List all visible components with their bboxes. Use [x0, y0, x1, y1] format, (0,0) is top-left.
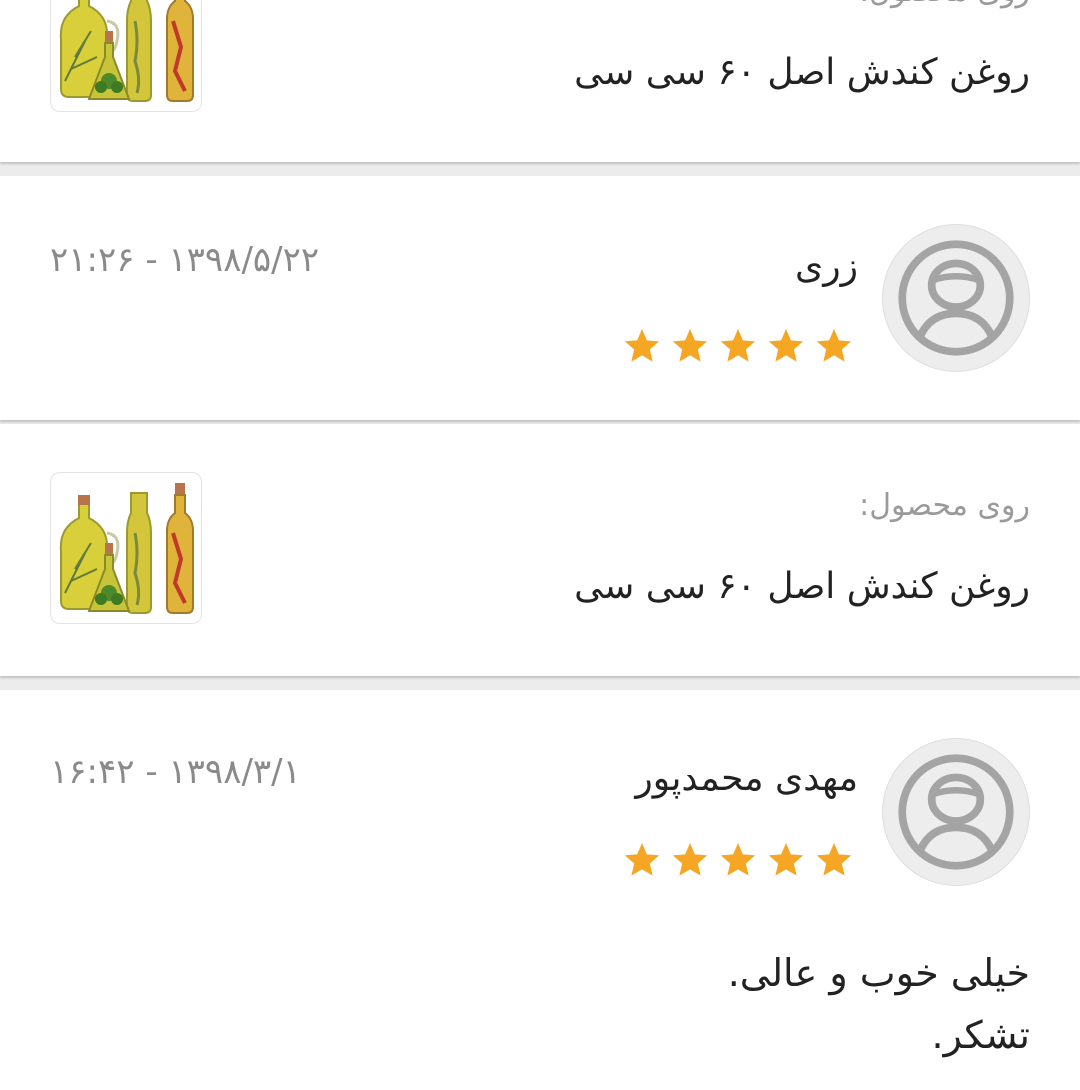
oil-bottles-image[interactable]: [50, 472, 202, 624]
star-icon: [766, 326, 806, 366]
reviewer-name: زری: [795, 246, 858, 287]
user-avatar-icon[interactable]: [882, 224, 1030, 372]
product-card[interactable]: روی محصول: روغن کندش اصل ۶۰ سی سی: [0, 0, 1080, 162]
product-name[interactable]: روغن کندش اصل ۶۰ سی سی: [574, 566, 1030, 607]
star-icon: [718, 840, 758, 880]
review-card: مهدی محمدپور ۱۳۹۸/۳/۱ - ۱۶:۴۲ خیلی خوب و…: [0, 690, 1080, 1090]
star-icon: [622, 326, 662, 366]
star-icon: [814, 840, 854, 880]
product-card[interactable]: روی محصول: روغن کندش اصل ۶۰ سی سی: [0, 424, 1080, 676]
star-icon: [718, 326, 758, 366]
star-icon: [766, 840, 806, 880]
comment-line: تشکر.: [931, 1013, 1030, 1057]
review-datetime: ۱۳۹۸/۳/۱ - ۱۶:۴۲: [50, 752, 301, 792]
product-name[interactable]: روغن کندش اصل ۶۰ سی سی: [574, 52, 1030, 93]
star-icon: [814, 326, 854, 366]
star-icon: [622, 840, 662, 880]
star-rating: [622, 840, 854, 880]
star-rating: [622, 326, 854, 366]
star-icon: [670, 326, 710, 366]
product-label: روی محصول:: [859, 488, 1030, 523]
reviewer-name: مهدی محمدپور: [635, 758, 858, 799]
product-label: روی محصول:: [859, 0, 1030, 9]
review-comment: خیلی خوب و عالی. تشکر.: [728, 942, 1030, 1066]
oil-bottles-image[interactable]: [50, 0, 202, 112]
review-datetime: ۱۳۹۸/۵/۲۲ - ۲۱:۲۶: [50, 240, 320, 280]
user-avatar-icon[interactable]: [882, 738, 1030, 886]
comment-line: خیلی خوب و عالی.: [727, 951, 1030, 995]
star-icon: [670, 840, 710, 880]
review-card: زری ۱۳۹۸/۵/۲۲ - ۲۱:۲۶: [0, 176, 1080, 420]
